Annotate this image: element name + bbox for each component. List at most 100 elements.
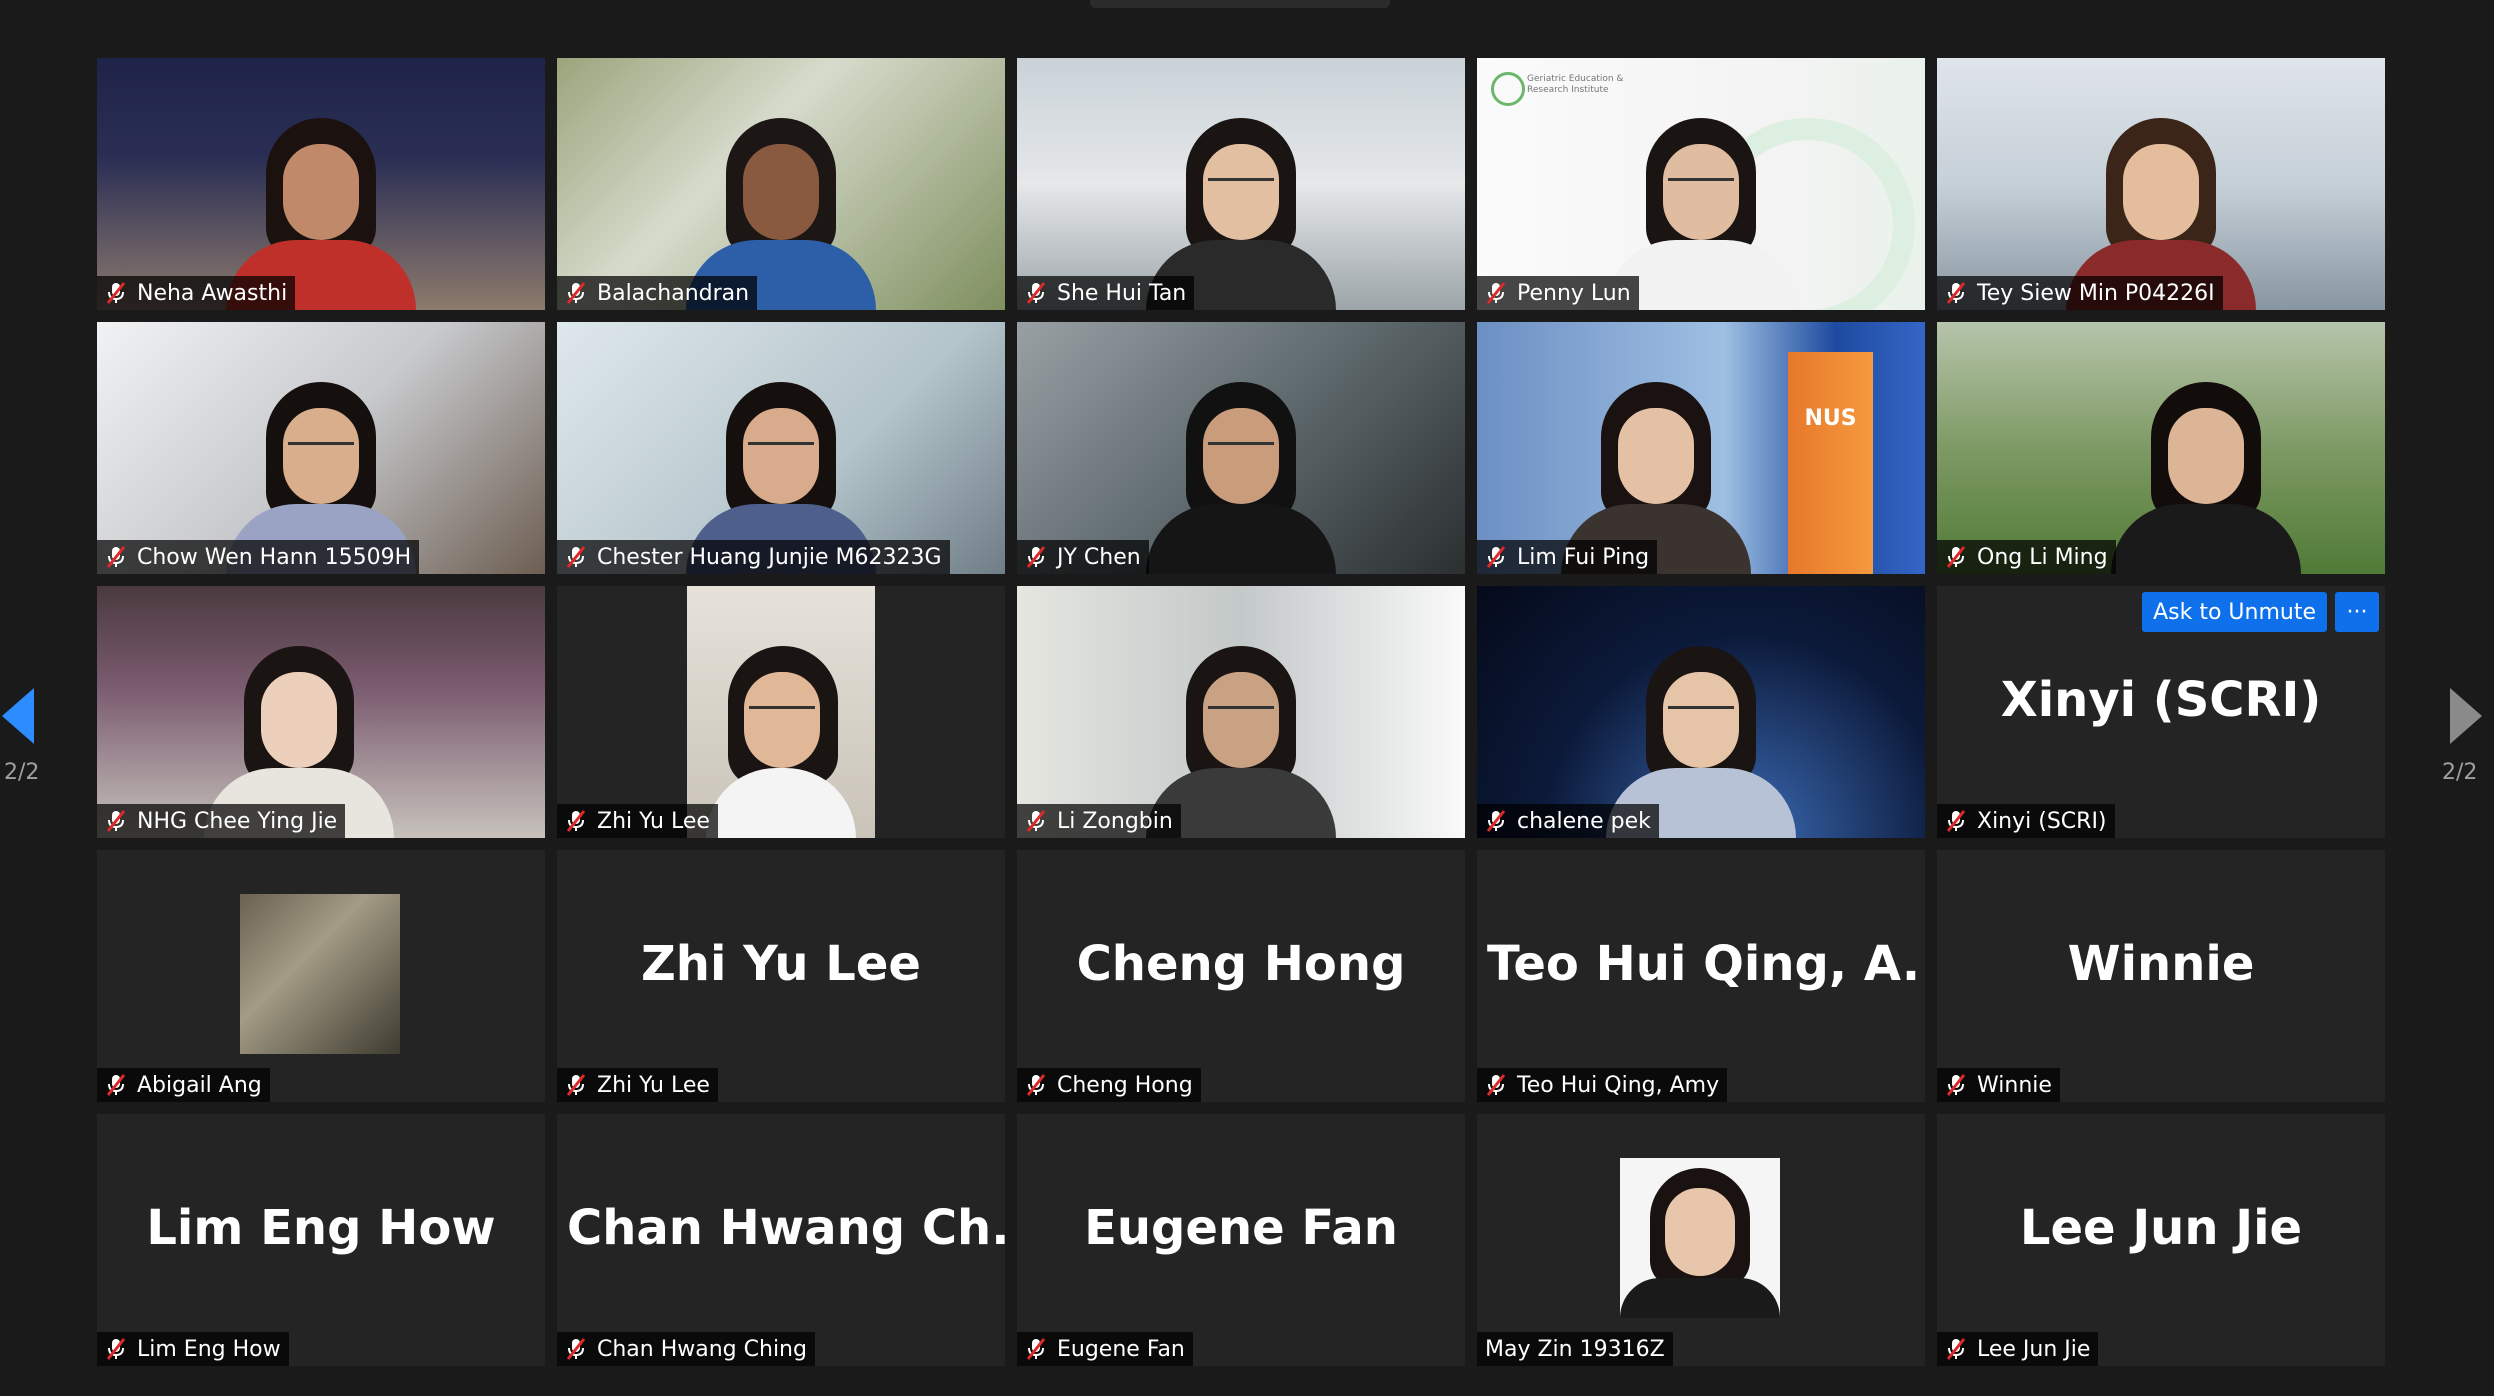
participant-name: Lim Eng How [137, 1336, 281, 1362]
participant-name: Zhi Yu Lee [597, 808, 710, 834]
participant-tile[interactable]: Teo Hui Qing, A... Teo Hui Qing, Amy [1477, 850, 1925, 1102]
participant-name: Balachandran [597, 280, 750, 306]
participant-name-tag: Lim Eng How [97, 1332, 289, 1366]
participant-name-tag: Zhi Yu Lee [557, 804, 718, 838]
muted-microphone-icon [105, 1073, 127, 1097]
participant-name-tag: NHG Chee Ying Jie [97, 804, 346, 838]
participant-name-tag: JY Chen [1017, 540, 1149, 574]
participant-display-name: Lim Eng How [146, 1200, 496, 1256]
participant-name-tag: Neha Awasthi [97, 276, 296, 310]
participant-name: Zhi Yu Lee [597, 1072, 710, 1098]
participant-name: Penny Lun [1517, 280, 1631, 306]
participant-name-tag: Balachandran [557, 276, 758, 310]
participant-name-tag: Xinyi (SCRI) [1937, 804, 2115, 838]
muted-microphone-icon [565, 1073, 587, 1097]
participant-tile[interactable]: May Zin 19316Z [1477, 1114, 1925, 1366]
muted-microphone-icon [105, 1337, 127, 1361]
participant-name: Cheng Hong [1057, 1072, 1193, 1098]
participant-tile[interactable]: Eugene Fan Eugene Fan [1017, 1114, 1465, 1366]
top-toolbar-handle[interactable] [1090, 0, 1390, 8]
person-silhouette [2110, 364, 2301, 574]
next-page-arrow-icon[interactable] [2450, 688, 2482, 744]
muted-microphone-icon [1485, 809, 1507, 833]
participant-video [1017, 58, 1465, 310]
participant-tile[interactable]: Balachandran [557, 58, 1005, 310]
participant-name: Abigail Ang [137, 1072, 262, 1098]
previous-page-arrow-icon[interactable] [2, 688, 34, 744]
participant-video [97, 322, 545, 574]
person-silhouette [706, 628, 856, 838]
participant-name: Winnie [1977, 1072, 2052, 1098]
muted-microphone-icon [565, 281, 587, 305]
participant-tile[interactable]: Cheng Hong Cheng Hong [1017, 850, 1465, 1102]
muted-microphone-icon [1025, 1073, 1047, 1097]
participant-tile[interactable]: Ask to Unmute ··· Xinyi (SCRI) Xinyi (SC… [1937, 586, 2385, 838]
muted-microphone-icon [105, 809, 127, 833]
participant-tile[interactable]: Chan Hwang Ch... Chan Hwang Ching [557, 1114, 1005, 1366]
participant-tile[interactable]: Zhi Yu Lee [557, 586, 1005, 838]
participant-video [1937, 322, 2385, 574]
participant-name: chalene pek [1517, 808, 1651, 834]
muted-microphone-icon [1945, 281, 1967, 305]
muted-microphone-icon [1945, 1073, 1967, 1097]
participant-video [1017, 322, 1465, 574]
participant-name-tag: Lee Jun Jie [1937, 1332, 2099, 1366]
participant-name: Eugene Fan [1057, 1336, 1185, 1362]
participant-name-tag: Chan Hwang Ching [557, 1332, 815, 1366]
participant-name: She Hui Tan [1057, 280, 1187, 306]
participant-tile[interactable]: Chester Huang Junjie M62323G [557, 322, 1005, 574]
profile-picture [1620, 1158, 1780, 1318]
ask-to-unmute-button[interactable]: Ask to Unmute [2142, 592, 2327, 632]
muted-microphone-icon [1485, 545, 1507, 569]
participant-tile[interactable]: Ong Li Ming [1937, 322, 2385, 574]
participant-name: Lim Fui Ping [1517, 544, 1650, 570]
page-indicator-right: 2/2 [2442, 760, 2478, 785]
participant-name: May Zin 19316Z [1485, 1336, 1665, 1362]
page-indicator-left: 2/2 [4, 760, 40, 785]
person-silhouette [1620, 1158, 1780, 1318]
participant-video: NUS [1477, 322, 1925, 574]
participant-name: Chan Hwang Ching [597, 1336, 807, 1362]
participant-display-name: Xinyi (SCRI) [2000, 672, 2322, 728]
participant-tile[interactable]: Chow Wen Hann 15509H [97, 322, 545, 574]
participant-display-name: Teo Hui Qing, A... [1487, 936, 1925, 992]
participant-name-tag: Eugene Fan [1017, 1332, 1193, 1366]
nus-text: NUS [1804, 406, 1857, 431]
participant-name-tag: chalene pek [1477, 804, 1659, 838]
muted-microphone-icon [105, 281, 127, 305]
participant-video [557, 58, 1005, 310]
muted-microphone-icon [565, 1337, 587, 1361]
participant-tile[interactable]: NHG Chee Ying Jie [97, 586, 545, 838]
participant-display-name: Chan Hwang Ch... [567, 1200, 1005, 1256]
participant-tile[interactable]: Neha Awasthi [97, 58, 545, 310]
participant-tile[interactable]: She Hui Tan [1017, 58, 1465, 310]
participant-name-tag: Penny Lun [1477, 276, 1639, 310]
participant-tile[interactable]: Lim Eng How Lim Eng How [97, 1114, 545, 1366]
participant-display-name: Cheng Hong [1076, 936, 1406, 992]
muted-microphone-icon [1945, 809, 1967, 833]
participant-video [1017, 586, 1465, 838]
participant-name-tag: Chester Huang Junjie M62323G [557, 540, 950, 574]
participant-name: JY Chen [1057, 544, 1141, 570]
muted-microphone-icon [1025, 281, 1047, 305]
participant-tile[interactable]: Geriatric Education & Research Institute… [1477, 58, 1925, 310]
muted-microphone-icon [1945, 545, 1967, 569]
participant-tile[interactable]: Abigail Ang [97, 850, 545, 1102]
more-options-button[interactable]: ··· [2335, 592, 2379, 632]
participant-name: Li Zongbin [1057, 808, 1173, 834]
participant-name-tag: Teo Hui Qing, Amy [1477, 1068, 1728, 1102]
muted-microphone-icon [105, 545, 127, 569]
institute-logo-icon [1491, 72, 1525, 106]
participant-tile[interactable]: Zhi Yu Lee Zhi Yu Lee [557, 850, 1005, 1102]
participant-tile[interactable]: Winnie Winnie [1937, 850, 2385, 1102]
muted-microphone-icon [1025, 1337, 1047, 1361]
participant-tile[interactable]: chalene pek [1477, 586, 1925, 838]
participant-video: Geriatric Education & Research Institute [1477, 58, 1925, 310]
participant-tile[interactable]: NUS Lim Fui Ping [1477, 322, 1925, 574]
participant-tile[interactable]: Li Zongbin [1017, 586, 1465, 838]
nus-tower-background: NUS [1788, 352, 1873, 574]
participant-tile[interactable]: Lee Jun Jie Lee Jun Jie [1937, 1114, 2385, 1366]
participant-tile[interactable]: Tey Siew Min P04226I [1937, 58, 2385, 310]
participant-name: Ong Li Ming [1977, 544, 2108, 570]
participant-tile[interactable]: JY Chen [1017, 322, 1465, 574]
